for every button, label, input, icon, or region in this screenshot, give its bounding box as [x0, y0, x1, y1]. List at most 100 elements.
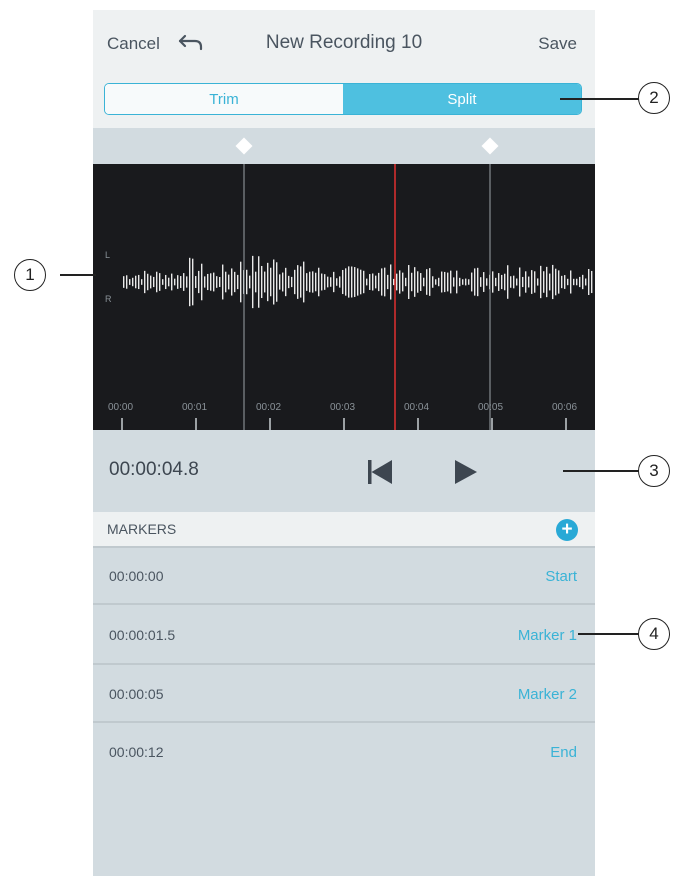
waveform-bar	[579, 276, 581, 288]
waveform-bar	[261, 265, 263, 299]
marker-row-start[interactable]: 00:00:00 Start	[93, 546, 595, 603]
waveform-bar	[237, 274, 239, 290]
waveform-bar	[246, 269, 248, 295]
waveform-bar	[588, 269, 590, 295]
waveform-bar	[144, 270, 146, 294]
waveform-bar	[282, 272, 284, 292]
waveform-bar	[510, 276, 512, 288]
waveform-bar	[480, 277, 482, 287]
waveform-bar	[483, 272, 485, 292]
callout-3-line	[563, 470, 639, 472]
waveform-bar	[396, 273, 398, 291]
waveform-bar	[273, 259, 275, 305]
waveform-bar	[306, 273, 308, 291]
waveform-bar	[516, 278, 518, 286]
waveform-bar	[402, 272, 404, 292]
waveform-bar	[204, 276, 206, 288]
waveform-bar	[291, 276, 293, 288]
waveform-bar	[450, 270, 452, 294]
waveform-graphic: L R 00:00 00:01 00:02 00:03 00:04 00:05 00:06	[105, 164, 593, 430]
waveform-bar	[537, 278, 539, 286]
marker-row-marker-1[interactable]: 00:00:01.5 Marker 1	[93, 603, 595, 663]
play-icon[interactable]	[453, 459, 479, 485]
waveform-bar	[417, 271, 419, 293]
trim-split-segmented-control: Trim Split	[104, 83, 582, 115]
waveform-bar	[543, 271, 545, 293]
marker-time: 00:00:05	[109, 686, 164, 702]
callout-3: 3	[638, 455, 670, 487]
waveform-bar	[348, 266, 350, 298]
waveform-bar	[369, 274, 371, 290]
marker-name: Marker 1	[517, 627, 577, 644]
marker-handle-2[interactable]	[481, 137, 499, 155]
waveform-bar	[441, 271, 443, 293]
add-marker-button[interactable]: +	[556, 519, 578, 541]
save-button[interactable]: Save	[538, 34, 577, 54]
waveform-bar	[156, 271, 158, 293]
marker-time: 00:00:01.5	[109, 627, 176, 643]
waveform-bar	[411, 272, 413, 292]
waveform-bar	[561, 275, 563, 289]
waveform-bar	[498, 273, 500, 291]
callout-2: 2	[638, 82, 670, 114]
channel-label-left: L	[105, 250, 110, 260]
waveform-bar	[150, 275, 152, 289]
waveform-bar	[564, 275, 566, 289]
waveform-bar	[216, 276, 218, 288]
waveform-bar	[486, 278, 488, 286]
timeline-tick-label: 00:06	[552, 402, 577, 413]
waveform-bar	[186, 276, 188, 288]
tab-split[interactable]: Split	[343, 84, 581, 114]
waveform-bar	[303, 261, 305, 303]
marker-row-end[interactable]: 00:00:12 End	[93, 721, 595, 876]
skip-to-start-icon[interactable]	[366, 459, 394, 485]
current-time: 00:00:04.8	[109, 459, 199, 480]
waveform-bar	[354, 267, 356, 297]
waveform-bar	[207, 273, 209, 291]
waveform-bar	[372, 273, 374, 291]
waveform-bar	[153, 276, 155, 288]
waveform-bar	[165, 274, 167, 290]
waveform-bar	[468, 279, 470, 285]
waveform-bar	[495, 277, 497, 287]
waveform-bar	[357, 268, 359, 296]
waveform-bar	[276, 262, 278, 302]
waveform-bar	[519, 267, 521, 297]
waveform-bar	[447, 272, 449, 292]
waveform-bar	[426, 269, 428, 295]
waveform-bar	[189, 257, 191, 307]
waveform-bar	[132, 277, 134, 287]
waveform-bar	[252, 255, 254, 309]
waveform-bar	[327, 276, 329, 288]
waveform-bar	[459, 277, 461, 287]
waveform-bar	[444, 271, 446, 293]
waveform-bar	[168, 277, 170, 287]
waveform-bar	[360, 269, 362, 295]
waveform-bar	[471, 272, 473, 292]
waveform-bar	[159, 273, 161, 291]
marker-handle-bar	[93, 128, 595, 164]
waveform-bar	[231, 268, 233, 296]
waveform-bar	[513, 275, 515, 289]
waveform-bar	[285, 267, 287, 297]
tab-trim[interactable]: Trim	[105, 84, 343, 114]
timeline-tick-label: 00:04	[404, 402, 429, 413]
waveform-view[interactable]: L R 00:00 00:01 00:02 00:03 00:04 00:05 00:06	[93, 164, 595, 430]
waveform-bar	[531, 270, 533, 294]
waveform-bar	[366, 278, 368, 286]
waveform-bar	[147, 273, 149, 291]
callout-1-line	[60, 274, 96, 276]
waveform-bar	[465, 278, 467, 286]
marker-row-marker-2[interactable]: 00:00:05 Marker 2	[93, 663, 595, 721]
waveform-bar	[570, 270, 572, 294]
waveform-bar	[501, 274, 503, 290]
waveform-bar	[294, 269, 296, 295]
waveform-bar	[405, 277, 407, 287]
waveform-bar	[141, 279, 143, 285]
timeline-tick-label: 00:02	[256, 402, 281, 413]
timeline-tick-label: 00:05	[478, 402, 503, 413]
waveform-bar	[330, 277, 332, 287]
waveform-bar	[321, 273, 323, 291]
waveform-bar	[477, 267, 479, 297]
marker-handle-1[interactable]	[235, 137, 253, 155]
